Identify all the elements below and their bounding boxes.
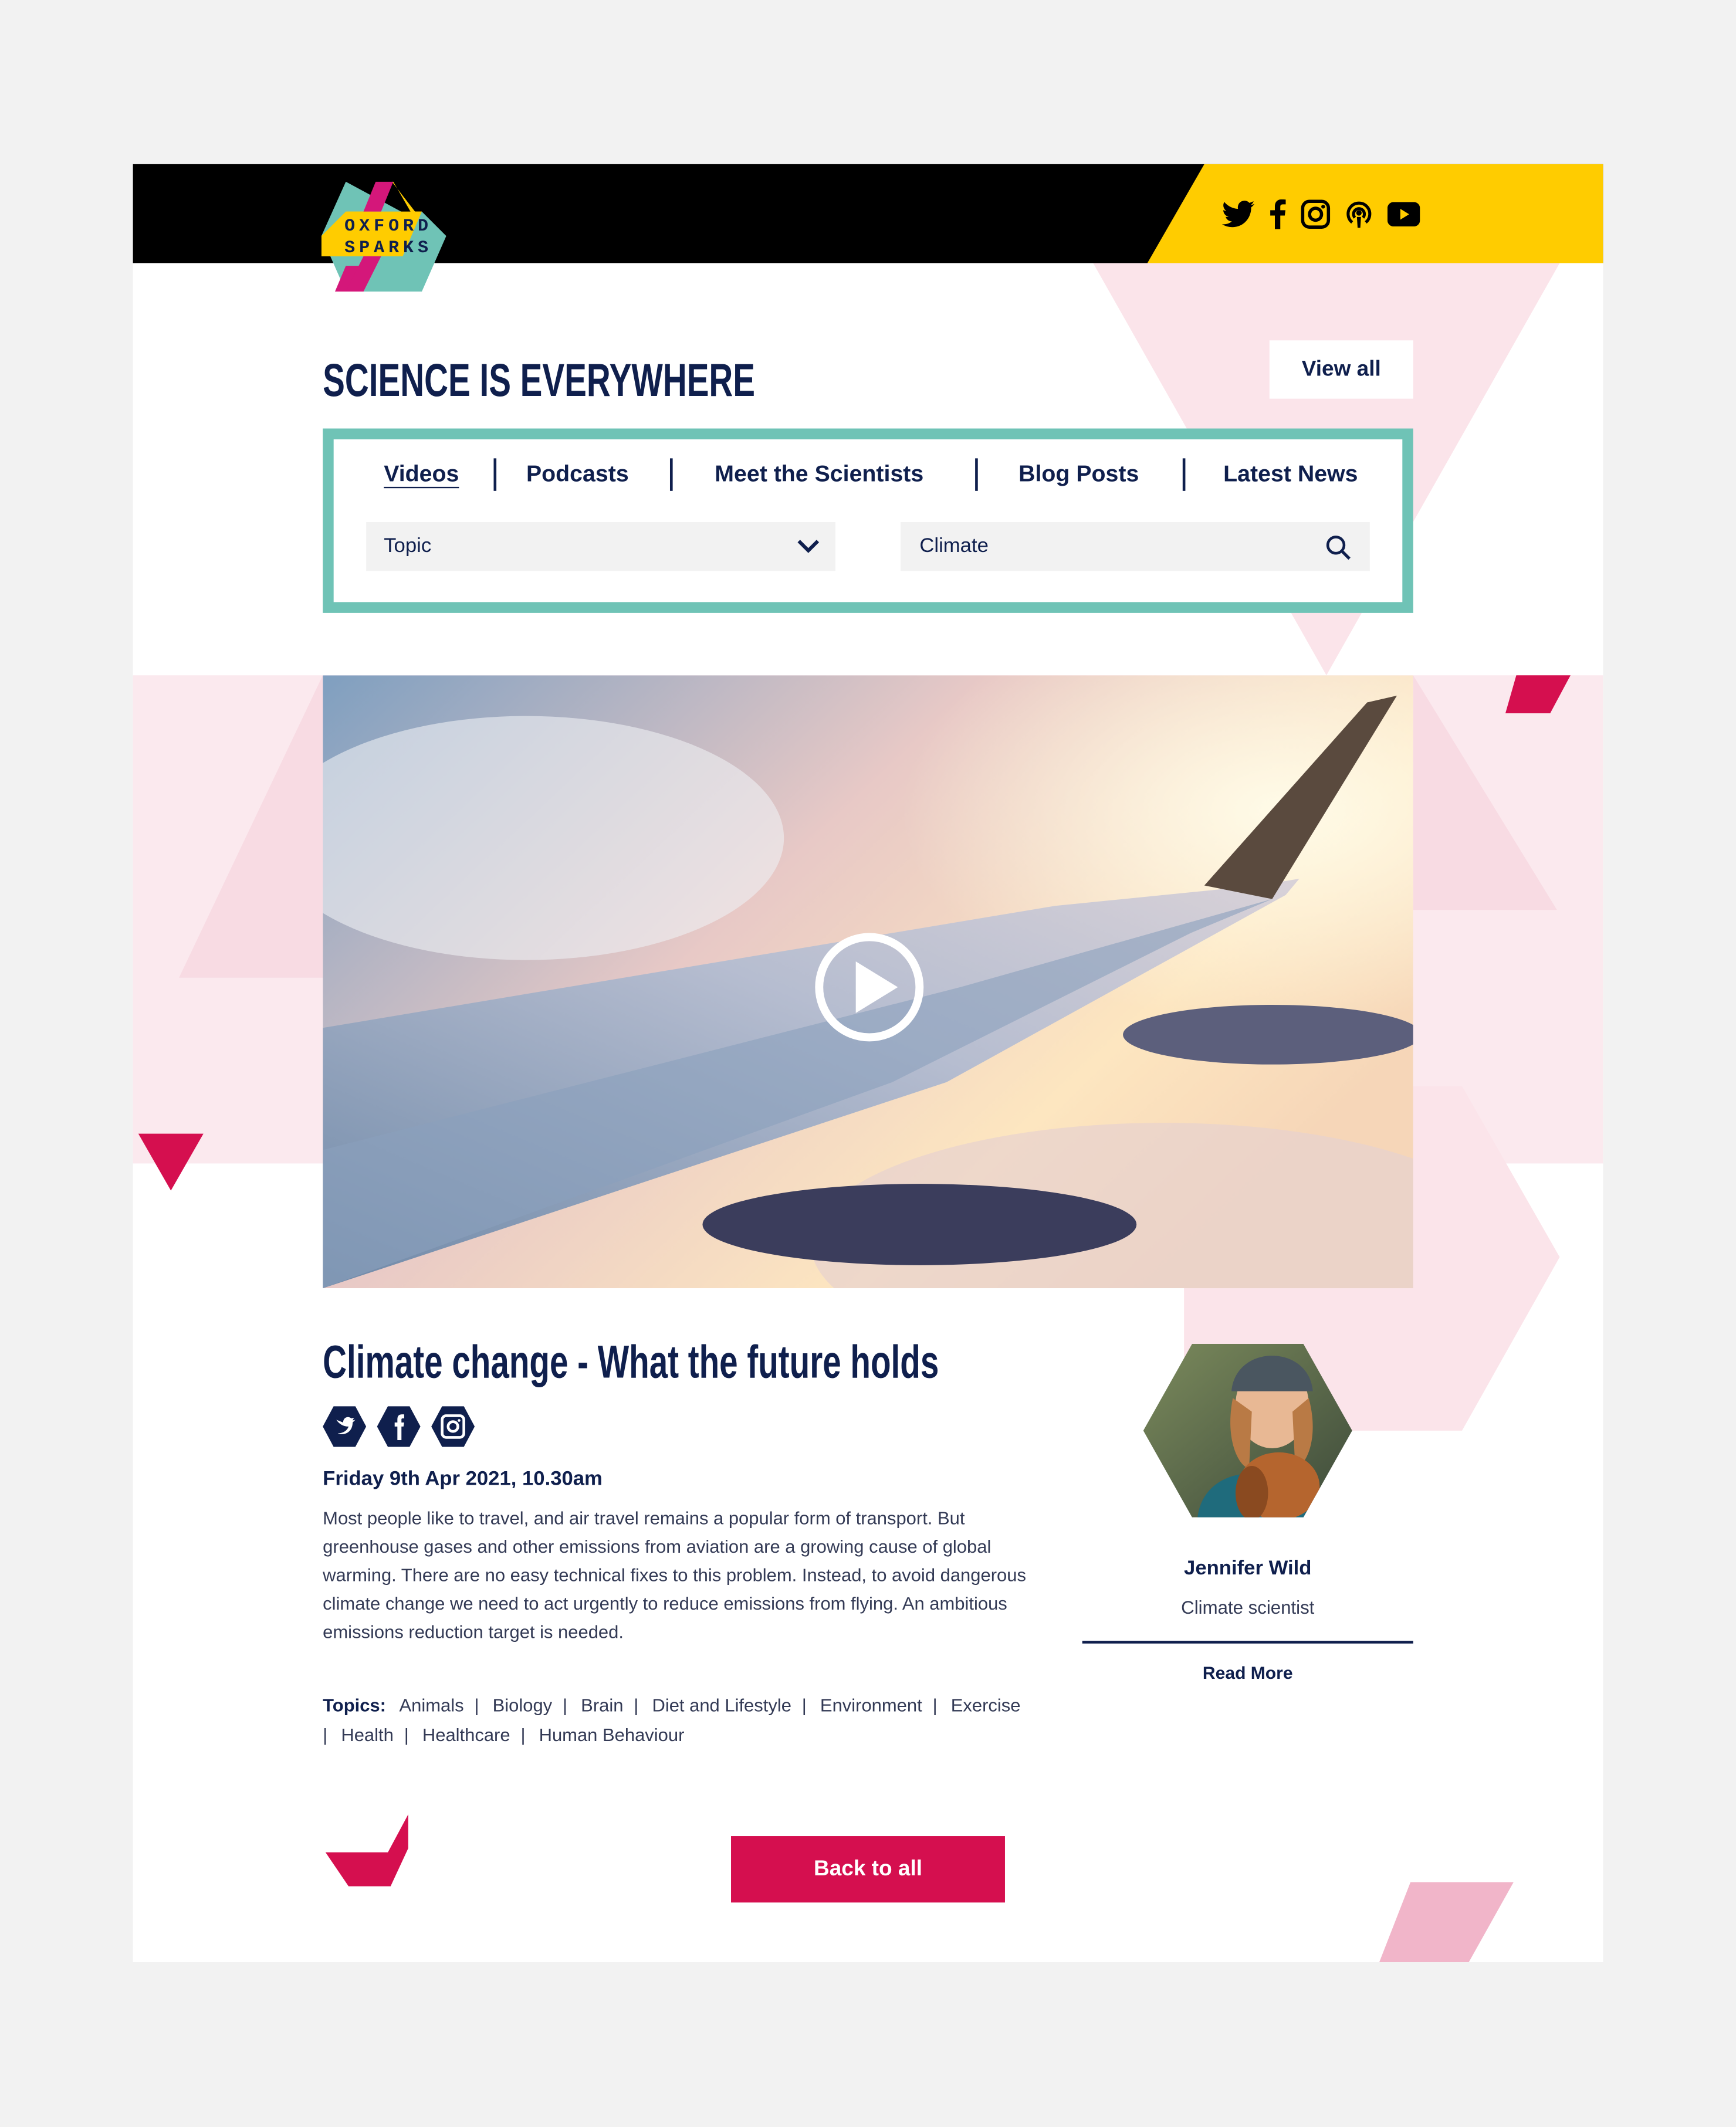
- tab-videos[interactable]: Videos: [384, 461, 459, 488]
- topic-separator: |: [628, 1695, 639, 1716]
- author-role: Climate scientist: [1181, 1597, 1315, 1618]
- topic-separator: |: [515, 1724, 526, 1745]
- topic-link[interactable]: Environment: [820, 1695, 922, 1716]
- topic-link[interactable]: Biology: [493, 1695, 553, 1716]
- facebook-icon[interactable]: [1268, 199, 1287, 229]
- play-icon[interactable]: [814, 932, 925, 1043]
- share-twitter-icon[interactable]: [323, 1406, 367, 1447]
- read-more-link[interactable]: Read More: [1082, 1662, 1413, 1683]
- section-title: SCIENCE IS EVERYWHERE: [323, 355, 756, 407]
- topic-link[interactable]: Human Behaviour: [539, 1724, 685, 1745]
- podcast-icon[interactable]: [1344, 199, 1374, 229]
- topic-link[interactable]: Healthcare: [422, 1724, 510, 1745]
- oxford-sparks-logo[interactable]: OXFORD SPARKS: [321, 181, 446, 292]
- share-instagram-icon[interactable]: [431, 1406, 475, 1447]
- tab-divider: [975, 458, 978, 491]
- chevron-down-icon: [797, 540, 820, 553]
- topic-link[interactable]: Health: [341, 1724, 394, 1745]
- twitter-icon[interactable]: [1221, 199, 1255, 229]
- topic-link[interactable]: Diet and Lifestyle: [652, 1695, 791, 1716]
- article-date: Friday 9th Apr 2021, 10.30am: [323, 1467, 603, 1491]
- share-facebook-icon[interactable]: [377, 1406, 421, 1447]
- back-to-all-button[interactable]: Back to all: [731, 1836, 1005, 1903]
- logo-line-2: SPARKS: [344, 237, 432, 258]
- topic-link[interactable]: Exercise: [951, 1695, 1021, 1716]
- author-divider: [1082, 1641, 1413, 1644]
- tab-podcasts[interactable]: Podcasts: [526, 461, 629, 488]
- topic-separator: |: [797, 1695, 807, 1716]
- search-input[interactable]: Climate: [900, 522, 1370, 571]
- topic-select[interactable]: Topic: [366, 522, 836, 571]
- search-icon[interactable]: [1325, 534, 1352, 561]
- tab-divider: [493, 458, 497, 491]
- tab-divider: [1182, 458, 1186, 491]
- filter-panel: [323, 428, 1413, 613]
- tab-latest-news[interactable]: Latest News: [1223, 461, 1358, 488]
- tab-meet-the-scientists[interactable]: Meet the Scientists: [715, 461, 923, 488]
- topic-separator: |: [557, 1695, 568, 1716]
- social-links: [1221, 199, 1420, 229]
- topic-select-value: Topic: [384, 534, 432, 558]
- instagram-icon[interactable]: [1301, 199, 1331, 229]
- author-avatar: [1143, 1343, 1352, 1518]
- view-all-button[interactable]: View all: [1269, 340, 1413, 399]
- tab-blog-posts[interactable]: Blog Posts: [1018, 461, 1139, 488]
- topic-link[interactable]: Brain: [581, 1695, 623, 1716]
- article-title: Climate change - What the future holds: [323, 1337, 939, 1389]
- topic-separator: |: [323, 1724, 328, 1745]
- topic-link[interactable]: Animals: [399, 1695, 463, 1716]
- tab-divider: [669, 458, 673, 491]
- topic-separator: |: [399, 1724, 409, 1745]
- topics-list: Topics: Animals | Biology | Brain | Diet an…: [323, 1691, 1028, 1749]
- topic-separator: |: [927, 1695, 938, 1716]
- topics-label: Topics:: [323, 1695, 386, 1716]
- search-input-value: Climate: [919, 534, 989, 558]
- share-icons: [323, 1406, 475, 1447]
- author-name: Jennifer Wild: [1184, 1556, 1312, 1580]
- video-player[interactable]: [323, 675, 1413, 1289]
- article-body: Most people like to travel, and air trav…: [323, 1508, 1026, 1642]
- topic-separator: |: [469, 1695, 479, 1716]
- youtube-icon[interactable]: [1387, 202, 1420, 227]
- logo-line-1: OXFORD: [344, 215, 432, 236]
